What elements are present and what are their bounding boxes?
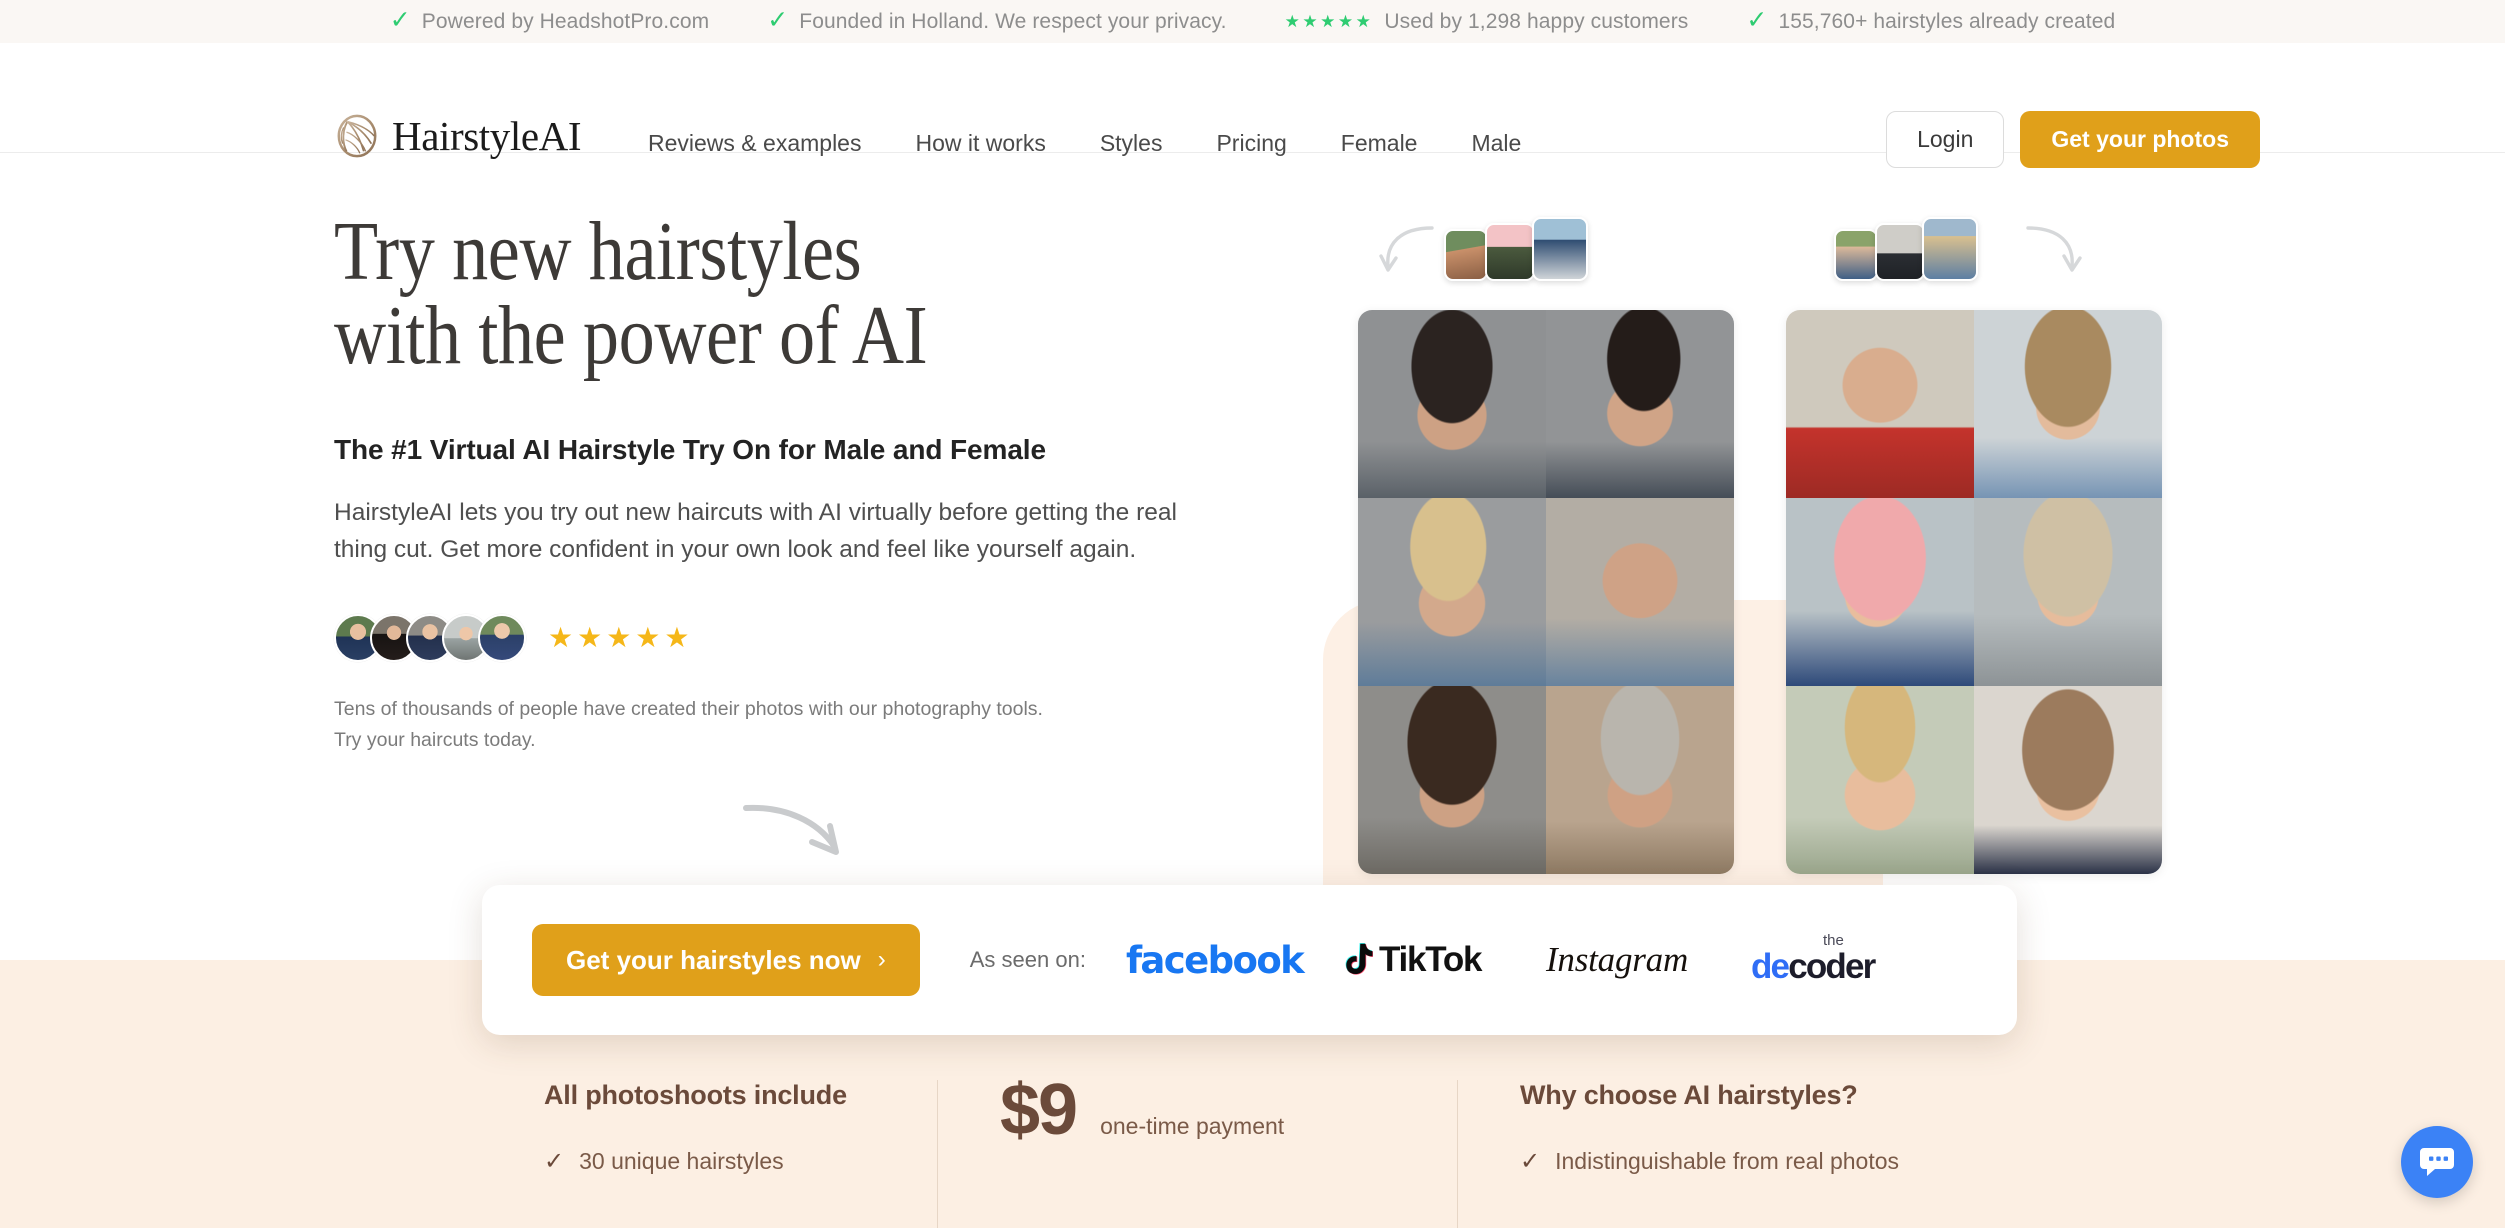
facebook-logo: facebook bbox=[1126, 930, 1341, 990]
nav-female[interactable]: Female bbox=[1341, 124, 1418, 163]
curved-arrow-icon bbox=[743, 804, 839, 855]
feature-list-item-label: Indistinguishable from real photos bbox=[1555, 1148, 1900, 1174]
decoder-logo: the decoder bbox=[1751, 930, 1941, 990]
check-icon: ✓ bbox=[544, 1147, 565, 1175]
announcement-item-customers: ★★★★★ Used by 1,298 happy customers bbox=[1285, 10, 1689, 34]
announcement-item-hairstyles-created: ✓ 155,760+ hairstyles already created bbox=[1746, 6, 2116, 34]
feature-column-photoshoots: All photoshoots include ✓ 30 unique hair… bbox=[482, 1080, 937, 1175]
hairstyle-photo bbox=[1786, 498, 1974, 686]
check-icon: ✓ bbox=[1520, 1147, 1541, 1175]
decoder-logo-de: de bbox=[1750, 947, 1790, 986]
instagram-logo-text: Instagram bbox=[1545, 940, 1689, 979]
feature-column-title: All photoshoots include bbox=[544, 1080, 847, 1110]
as-seen-on-label: As seen on: bbox=[969, 947, 1086, 972]
check-icon: ✓ bbox=[767, 6, 789, 34]
rating-stars: ★★★★★ bbox=[548, 622, 694, 654]
page-root: ✓ Powered by HeadshotPro.com ✓ Founded i… bbox=[0, 0, 2505, 1228]
input-photo-strip-female bbox=[1834, 217, 1978, 281]
tiktok-logo-text: TikTok bbox=[1378, 940, 1483, 979]
page-title: Try new hairstyles with the power of AI bbox=[334, 210, 1194, 378]
chevron-right-icon: › bbox=[877, 946, 886, 973]
check-icon: ✓ bbox=[1746, 6, 1768, 34]
announcement-text: Powered by HeadshotPro.com bbox=[421, 9, 710, 33]
hairstyle-photo bbox=[1546, 686, 1734, 874]
feature-column-why-ai: Why choose AI hairstyles? ✓ Indistinguis… bbox=[1457, 1080, 2017, 1228]
hairstyle-photo bbox=[1546, 498, 1734, 686]
brand-logo[interactable]: HairstyleAI bbox=[334, 112, 582, 159]
hairstyle-photo bbox=[1974, 498, 2162, 686]
hairstyle-photo bbox=[1358, 498, 1546, 686]
announcement-item-privacy: ✓ Founded in Holland. We respect your pr… bbox=[767, 6, 1227, 34]
tiktok-logo: TikTok bbox=[1341, 930, 1546, 990]
hero-subheading: The #1 Virtual AI Hairstyle Try On for M… bbox=[334, 434, 1046, 465]
input-photo-strip-male bbox=[1444, 217, 1588, 281]
announcement-text: Founded in Holland. We respect your priv… bbox=[799, 9, 1227, 33]
hairstyle-grid-female bbox=[1786, 310, 2162, 874]
hero-heading-line-1: Try new hairstyles bbox=[334, 205, 862, 298]
stars-icon: ★★★★★ bbox=[1284, 12, 1374, 31]
price-amount: $9 bbox=[1000, 1070, 1078, 1150]
header-actions: Login Get your photos bbox=[1886, 111, 2260, 168]
hero-copy: Try new hairstyles with the power of AI … bbox=[334, 210, 1334, 755]
nav-pricing[interactable]: Pricing bbox=[1216, 124, 1286, 163]
instagram-logo: Instagram bbox=[1546, 930, 1751, 990]
feature-list-item: ✓ Indistinguishable from real photos bbox=[1520, 1148, 2017, 1175]
hairstyle-photo bbox=[1358, 310, 1546, 498]
hairstyle-logo-icon bbox=[334, 113, 380, 159]
input-thumbnail bbox=[1875, 223, 1925, 281]
nav-male[interactable]: Male bbox=[1471, 124, 1521, 163]
facebook-logo-text: facebook bbox=[1125, 938, 1305, 982]
feature-column-price: $9 one-time payment bbox=[937, 1074, 1457, 1228]
input-thumbnail bbox=[1834, 229, 1878, 281]
cta-card: Get your hairstyles now › As seen on: fa… bbox=[482, 885, 2017, 1035]
nav-styles[interactable]: Styles bbox=[1100, 124, 1163, 163]
hairstyle-photo bbox=[1546, 310, 1734, 498]
input-thumbnail bbox=[1532, 217, 1588, 281]
press-logos: facebook TikTok Instagram the decoder bbox=[1126, 930, 1941, 990]
hairstyle-photo bbox=[1786, 686, 1974, 874]
feature-list-item-label: 30 unique hairstyles bbox=[579, 1148, 784, 1174]
hero-note: Tens of thousands of people have created… bbox=[334, 698, 1043, 751]
avatar-group bbox=[334, 614, 526, 663]
cta-button-label: Get your hairstyles now bbox=[566, 944, 861, 975]
price-note: one-time payment bbox=[1100, 1113, 1285, 1139]
get-your-hairstyles-now-button[interactable]: Get your hairstyles now › bbox=[532, 924, 920, 996]
feature-list-item: ✓ 30 unique hairstyles bbox=[544, 1148, 937, 1175]
tiktok-note-icon bbox=[1345, 943, 1373, 975]
login-button[interactable]: Login bbox=[1886, 111, 2005, 168]
price-row: $9 one-time payment bbox=[1000, 1074, 1457, 1146]
announcement-text: Used by 1,298 happy customers bbox=[1384, 9, 1689, 33]
nav-how-it-works[interactable]: How it works bbox=[915, 124, 1045, 163]
check-icon: ✓ bbox=[389, 6, 411, 34]
hairstyle-photo bbox=[1786, 310, 1974, 498]
main-navigation: Reviews & examples How it works Styles P… bbox=[648, 124, 1521, 163]
get-your-photos-button[interactable]: Get your photos bbox=[2020, 111, 2260, 168]
feature-column-title: Why choose AI hairstyles? bbox=[1520, 1080, 1858, 1110]
input-thumbnail bbox=[1485, 223, 1535, 281]
hero-heading-line-2: with the power of AI bbox=[334, 289, 928, 382]
input-thumbnail bbox=[1922, 217, 1978, 281]
input-thumbnail bbox=[1444, 229, 1488, 281]
announcement-bar: ✓ Powered by HeadshotPro.com ✓ Founded i… bbox=[0, 0, 2505, 43]
curved-arrow-right-icon bbox=[2026, 226, 2082, 272]
photo-grid bbox=[1358, 310, 1734, 874]
curved-arrow-left-icon bbox=[1379, 226, 1434, 272]
chat-bubble-icon bbox=[2420, 1148, 2454, 1176]
nav-reviews-examples[interactable]: Reviews & examples bbox=[648, 124, 861, 163]
photo-grid bbox=[1786, 310, 2162, 874]
feature-bar-columns: All photoshoots include ✓ 30 unique hair… bbox=[482, 1074, 2017, 1228]
avatar bbox=[478, 614, 526, 663]
hero-body-text: HairstyleAI lets you try out new haircut… bbox=[334, 499, 1177, 564]
hairstyle-photo bbox=[1974, 310, 2162, 498]
hairstyle-photo bbox=[1358, 686, 1546, 874]
hairstyle-photo bbox=[1974, 686, 2162, 874]
announcement-item-powered-by: ✓ Powered by HeadshotPro.com bbox=[389, 6, 710, 34]
hairstyle-grid-male bbox=[1358, 310, 1734, 874]
announcement-text: 155,760+ hairstyles already created bbox=[1778, 9, 2116, 33]
brand-name: HairstyleAI bbox=[392, 112, 582, 159]
decoder-logo-coder: coder bbox=[1788, 947, 1876, 986]
social-proof: ★★★★★ bbox=[334, 614, 1334, 663]
site-header: HairstyleAI Reviews & examples How it wo… bbox=[0, 43, 2505, 168]
chat-widget-button[interactable] bbox=[2401, 1126, 2473, 1198]
